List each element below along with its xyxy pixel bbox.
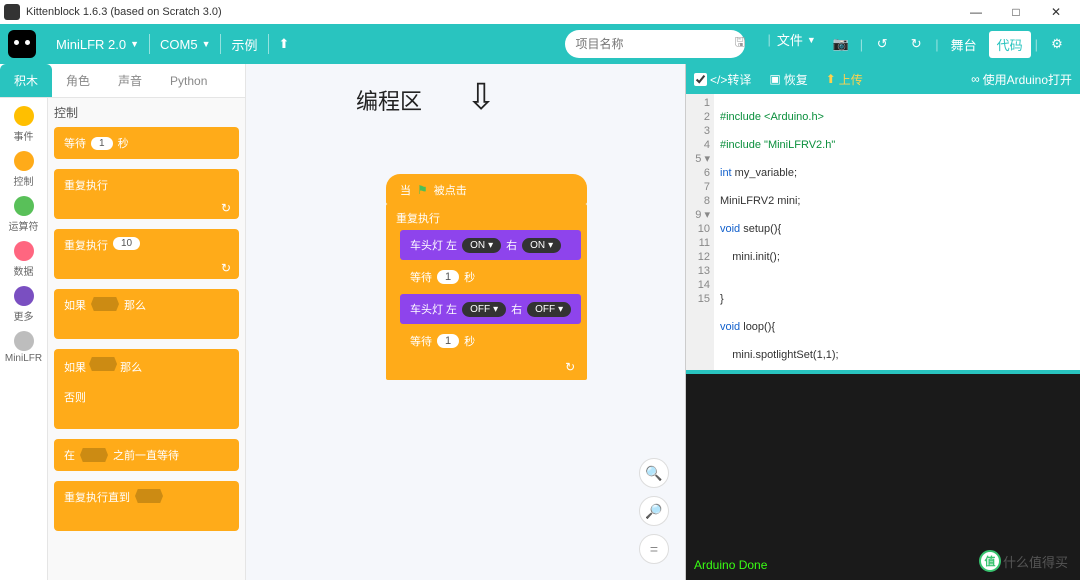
block-headlight-off[interactable]: 车头灯 左OFF ▾ 右OFF ▾	[400, 294, 581, 324]
forever-loop[interactable]: 重复执行 车头灯 左ON ▾ 右ON ▾ 等待1秒 车头灯 左OFF ▾ 右OF…	[386, 204, 587, 380]
zoom-out-button[interactable]: 🔎	[639, 496, 669, 526]
window-title: Kittenblock 1.6.3 (based on Scratch 3.0)	[26, 6, 222, 18]
watermark-icon: 值	[979, 550, 1001, 572]
open-arduino-button[interactable]: ∞ 使用Arduino打开	[971, 71, 1072, 88]
arrow-down-icon: ⇩	[466, 76, 496, 118]
cat-operators[interactable]: 运算符	[0, 192, 48, 237]
tab-blocks[interactable]: 积木	[0, 64, 52, 97]
zoom-reset-button[interactable]: =	[639, 534, 669, 564]
window-close[interactable]: ✕	[1036, 5, 1076, 19]
hat-when-flag[interactable]: 当⚑被点击	[386, 174, 587, 204]
zoom-controls: 🔍 🔎 =	[639, 458, 669, 564]
camera-icon[interactable]: 📷	[826, 36, 856, 52]
block-if-else[interactable]: 如果 那么否则	[54, 349, 239, 429]
category-list: 事件 控制 运算符 数据 更多 MiniLFR	[0, 98, 48, 580]
upload-button[interactable]: ⬆ 上传	[826, 71, 863, 88]
window-titlebar: Kittenblock 1.6.3 (based on Scratch 3.0)…	[0, 0, 1080, 24]
block-repeat[interactable]: 重复执行10↻	[54, 229, 239, 279]
user-script[interactable]: 当⚑被点击 重复执行 车头灯 左ON ▾ 右ON ▾ 等待1秒 车头灯 左OFF…	[386, 174, 587, 380]
project-name-input[interactable]	[575, 37, 730, 51]
block-wait-until[interactable]: 在之前一直等待	[54, 439, 239, 471]
cat-more[interactable]: 更多	[0, 282, 48, 327]
device-select[interactable]: MiniLFR 2.0▼	[46, 24, 149, 64]
palette-header: 控制	[54, 104, 239, 121]
example-button[interactable]: 示例	[221, 24, 267, 64]
chevron-down-icon: ▼	[130, 39, 139, 49]
file-menu[interactable]: |文件▼	[757, 30, 825, 49]
window-maximize[interactable]: □	[996, 5, 1036, 19]
tab-sound[interactable]: 声音	[104, 64, 156, 97]
block-repeat-until[interactable]: 重复执行直到	[54, 481, 239, 531]
block-wait[interactable]: 等待1秒	[54, 127, 239, 159]
code-toolbar: </>转译 ▣ 恢复 ⬆ 上传 ∞ 使用Arduino打开	[686, 64, 1080, 94]
tab-sprite[interactable]: 角色	[52, 64, 104, 97]
dropdown-left[interactable]: OFF ▾	[462, 302, 506, 317]
dropdown-right[interactable]: OFF ▾	[527, 302, 571, 317]
dropdown-right[interactable]: ON ▾	[522, 238, 561, 253]
cat-events[interactable]: 事件	[0, 102, 48, 147]
redo-icon[interactable]: ↻	[901, 36, 931, 52]
chevron-down-icon: ▼	[807, 35, 816, 45]
tab-python[interactable]: Python	[156, 64, 221, 97]
project-name-field[interactable]: 🖫	[565, 30, 745, 58]
chevron-down-icon: ▼	[202, 39, 211, 49]
window-minimize[interactable]: —	[956, 5, 996, 19]
menubar: MiniLFR 2.0▼ COM5▼ 示例 ⬆ 🖫 |文件▼ 📷 | ↺ ↻ |…	[0, 24, 1080, 64]
gear-icon[interactable]: ⚙	[1042, 36, 1072, 52]
save-icon[interactable]: 🖫	[734, 33, 745, 55]
loop-icon: ↻	[221, 201, 231, 215]
cat-logo-icon	[8, 30, 36, 58]
block-headlight-on[interactable]: 车头灯 左ON ▾ 右ON ▾	[400, 230, 581, 260]
line-gutter: 1234 5 ▾678 9 ▾101112 131415	[686, 94, 714, 370]
translate-toggle[interactable]: </>转译	[694, 71, 751, 88]
code-toggle[interactable]: 代码	[989, 31, 1031, 58]
code-editor[interactable]: 1234 5 ▾678 9 ▾101112 131415 #include <A…	[686, 94, 1080, 370]
stage-toggle[interactable]: 舞台	[943, 31, 985, 58]
canvas-annotation: 编程区	[356, 84, 422, 116]
editor-tabs: 积木 角色 声音 Python	[0, 64, 245, 98]
serial-console[interactable]: Arduino Done	[686, 370, 1080, 580]
script-canvas[interactable]: 编程区 ⇩ 当⚑被点击 重复执行 车头灯 左ON ▾ 右ON ▾ 等待1秒 车头…	[245, 64, 685, 580]
block-wait-1[interactable]: 等待1秒	[400, 262, 581, 292]
dropdown-left[interactable]: ON ▾	[462, 238, 501, 253]
flag-icon: ⚑	[417, 183, 428, 197]
block-if[interactable]: 如果那么	[54, 289, 239, 339]
block-wait-2[interactable]: 等待1秒	[400, 326, 581, 356]
cat-minilfr[interactable]: MiniLFR	[0, 327, 48, 368]
code-content[interactable]: #include <Arduino.h> #include "MiniLFRV2…	[714, 94, 1080, 370]
console-status: Arduino Done	[694, 558, 767, 572]
port-select[interactable]: COM5▼	[150, 24, 220, 64]
cat-control[interactable]: 控制	[0, 147, 48, 192]
loop-icon: ↻	[221, 261, 231, 275]
block-palette: 控制 等待1秒 重复执行↻ 重复执行10↻ 如果那么 如果 那么否则 在之前一直…	[48, 98, 245, 580]
watermark: 值 什么值得买	[979, 550, 1068, 572]
app-logo-icon	[4, 4, 20, 20]
zoom-in-button[interactable]: 🔍	[639, 458, 669, 488]
loop-icon: ↻	[565, 360, 575, 374]
undo-icon[interactable]: ↺	[867, 36, 897, 52]
block-forever[interactable]: 重复执行↻	[54, 169, 239, 219]
cat-data[interactable]: 数据	[0, 237, 48, 282]
restore-button[interactable]: ▣ 恢复	[769, 71, 807, 88]
upload-firmware-icon[interactable]: ⬆	[269, 24, 300, 64]
